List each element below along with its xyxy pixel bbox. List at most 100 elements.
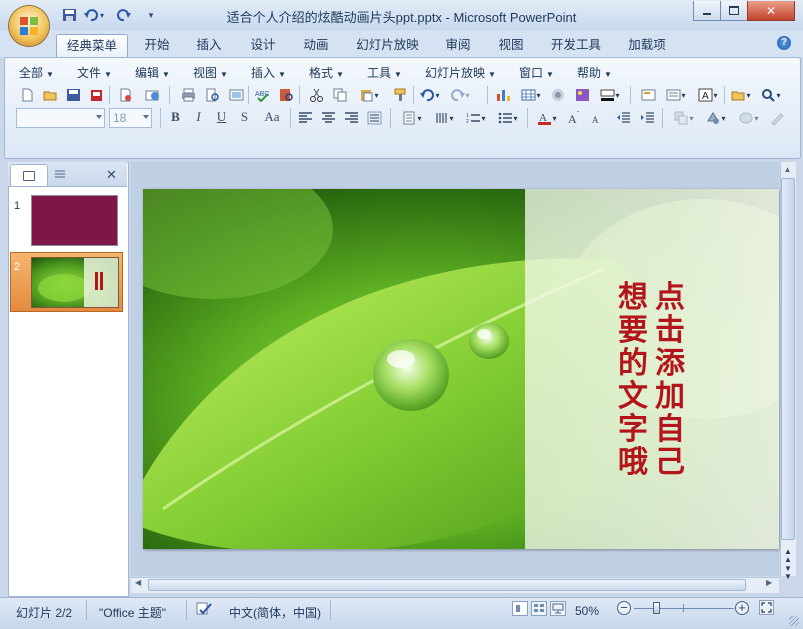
slide-text-column-2[interactable]: 想要的文字哦 <box>615 281 651 479</box>
tab-developer[interactable]: 开发工具 <box>544 34 608 56</box>
justify-icon[interactable] <box>365 109 383 127</box>
menu-slideshow[interactable]: 幻灯片放映 ▼ <box>425 64 496 80</box>
shadow-button[interactable]: S <box>236 109 253 127</box>
font-size-combo[interactable]: 18 <box>109 108 152 128</box>
slide-sorter-view-icon[interactable] <box>531 601 547 616</box>
tab-classic-menu[interactable]: 经典菜单 <box>56 34 128 57</box>
slideshow-view-icon[interactable] <box>550 601 566 616</box>
slide-thumbnail-2[interactable] <box>31 257 119 308</box>
underline-button[interactable]: U <box>213 109 230 127</box>
horizontal-scroll-thumb[interactable] <box>148 579 746 591</box>
text-direction-icon[interactable]: ▾ <box>398 109 426 127</box>
line-color-icon[interactable]: ▾ <box>596 86 624 104</box>
paste-icon[interactable]: ▾ <box>354 86 384 104</box>
vertical-scroll-thumb[interactable] <box>781 178 795 540</box>
insert-object-icon[interactable]: ▾ <box>727 86 755 104</box>
tab-home[interactable]: 开始 <box>136 34 178 56</box>
italic-button[interactable]: I <box>190 109 207 127</box>
open-folder-icon[interactable] <box>41 86 59 104</box>
paste-dropdown-icon[interactable]: ▾ <box>374 91 378 100</box>
text-box-icon[interactable]: A ▾ <box>694 86 722 104</box>
columns-icon[interactable]: ▾ <box>430 109 458 127</box>
scroll-up-icon[interactable]: ▲ <box>781 163 794 176</box>
zoom-slider-thumb[interactable] <box>653 602 660 614</box>
font-name-combo[interactable] <box>16 108 105 128</box>
language-indicator[interactable]: 中文(简体，中国) <box>229 604 321 621</box>
shape-outline-icon[interactable] <box>767 109 787 127</box>
print-icon[interactable] <box>178 86 198 104</box>
undo-toolbar-icon[interactable]: ▾ <box>416 86 444 104</box>
zoom-slider-track[interactable] <box>634 608 734 609</box>
next-slide-icon[interactable]: ▼ ▼ <box>782 565 794 581</box>
shrink-font-icon[interactable]: A <box>588 109 606 127</box>
save-toolbar-icon[interactable] <box>64 86 82 104</box>
increase-indent-icon[interactable] <box>638 109 656 127</box>
insert-chart-icon[interactable] <box>493 86 513 104</box>
numbering-icon[interactable]: 1 2 ▾ <box>462 109 490 127</box>
layout-icon[interactable] <box>226 86 246 104</box>
office-button[interactable] <box>9 6 49 46</box>
copy-icon[interactable] <box>330 86 350 104</box>
close-button[interactable]: ✕ <box>747 1 795 21</box>
preview-icon[interactable] <box>202 86 222 104</box>
menu-edit[interactable]: 编辑 ▼ <box>135 64 170 80</box>
scroll-right-icon[interactable]: ▶ <box>766 578 772 587</box>
clipart-icon[interactable] <box>548 86 568 104</box>
bold-button[interactable]: B <box>167 109 184 127</box>
tab-design[interactable]: 设计 <box>242 34 284 56</box>
help-icon[interactable]: ? <box>777 36 791 50</box>
change-case-button[interactable]: Aa <box>259 109 285 127</box>
align-right-icon[interactable] <box>342 109 360 127</box>
tab-animation[interactable]: 动画 <box>295 34 337 56</box>
font-color-icon[interactable]: A ▾ <box>533 109 561 127</box>
print-preview-icon[interactable] <box>113 86 137 104</box>
theme-name[interactable]: "Office 主题" <box>99 604 166 621</box>
research-icon[interactable] <box>276 86 296 104</box>
cut-icon[interactable] <box>306 86 326 104</box>
menu-insert[interactable]: 插入 ▼ <box>251 64 286 80</box>
zoom-out-icon[interactable]: − <box>617 601 631 615</box>
redo-toolbar-icon[interactable]: ▾ <box>446 86 474 104</box>
new-file-icon[interactable] <box>18 86 36 104</box>
new-slide-icon[interactable] <box>638 86 658 104</box>
tab-slideshow[interactable]: 幻灯片放映 <box>350 34 425 56</box>
menu-file[interactable]: 文件 ▼ <box>77 64 112 80</box>
slide-text-column-1[interactable]: 点击添加自己 <box>652 281 688 479</box>
slide-canvas[interactable]: 点击添加自己 想要的文字哦 <box>143 189 779 549</box>
arrange-icon[interactable]: ▾ <box>670 109 698 127</box>
picture-icon[interactable] <box>572 86 592 104</box>
permission-icon[interactable] <box>87 86 105 104</box>
menu-window[interactable]: 窗口 ▼ <box>519 64 554 80</box>
close-pane-icon[interactable]: ✕ <box>106 167 117 183</box>
resize-grip-icon[interactable] <box>789 616 799 626</box>
previous-slide-icon[interactable]: ▲ ▲ <box>782 548 794 564</box>
format-painter-icon[interactable] <box>390 86 410 104</box>
insert-table-icon[interactable]: ▾ <box>517 86 545 104</box>
slide-thumbnail-1[interactable] <box>31 195 118 246</box>
minimize-button[interactable] <box>693 1 721 21</box>
grow-font-icon[interactable]: Aˆ <box>565 109 583 127</box>
zoom-level[interactable]: 50% <box>575 604 599 618</box>
spelling-icon[interactable]: ABC <box>252 86 272 104</box>
tab-view[interactable]: 视图 <box>490 34 532 56</box>
slide-layout-icon[interactable]: ▾ <box>662 86 690 104</box>
tab-insert[interactable]: 插入 <box>188 34 230 56</box>
normal-view-icon[interactable] <box>512 601 528 616</box>
bullets-icon[interactable]: ▾ <box>494 109 522 127</box>
menu-format[interactable]: 格式 ▼ <box>309 64 344 80</box>
fit-to-window-icon[interactable] <box>759 600 774 615</box>
tab-review[interactable]: 审阅 <box>437 34 479 56</box>
align-left-icon[interactable] <box>296 109 314 127</box>
menu-all[interactable]: 全部 ▼ <box>19 64 54 80</box>
align-center-icon[interactable] <box>319 109 337 127</box>
zoom-in-icon[interactable]: + <box>735 601 749 615</box>
decrease-indent-icon[interactable] <box>614 109 632 127</box>
quick-styles-icon[interactable]: ▾ <box>702 109 730 127</box>
tab-outline[interactable] <box>48 165 88 185</box>
tab-slides-thumbnails[interactable] <box>10 164 48 186</box>
restore-button[interactable] <box>720 1 748 21</box>
menu-view[interactable]: 视图 ▼ <box>193 64 228 80</box>
find-icon[interactable]: ▾ <box>757 86 785 104</box>
menu-help[interactable]: 帮助 ▼ <box>577 64 612 80</box>
scroll-left-icon[interactable]: ◀ <box>135 578 141 587</box>
